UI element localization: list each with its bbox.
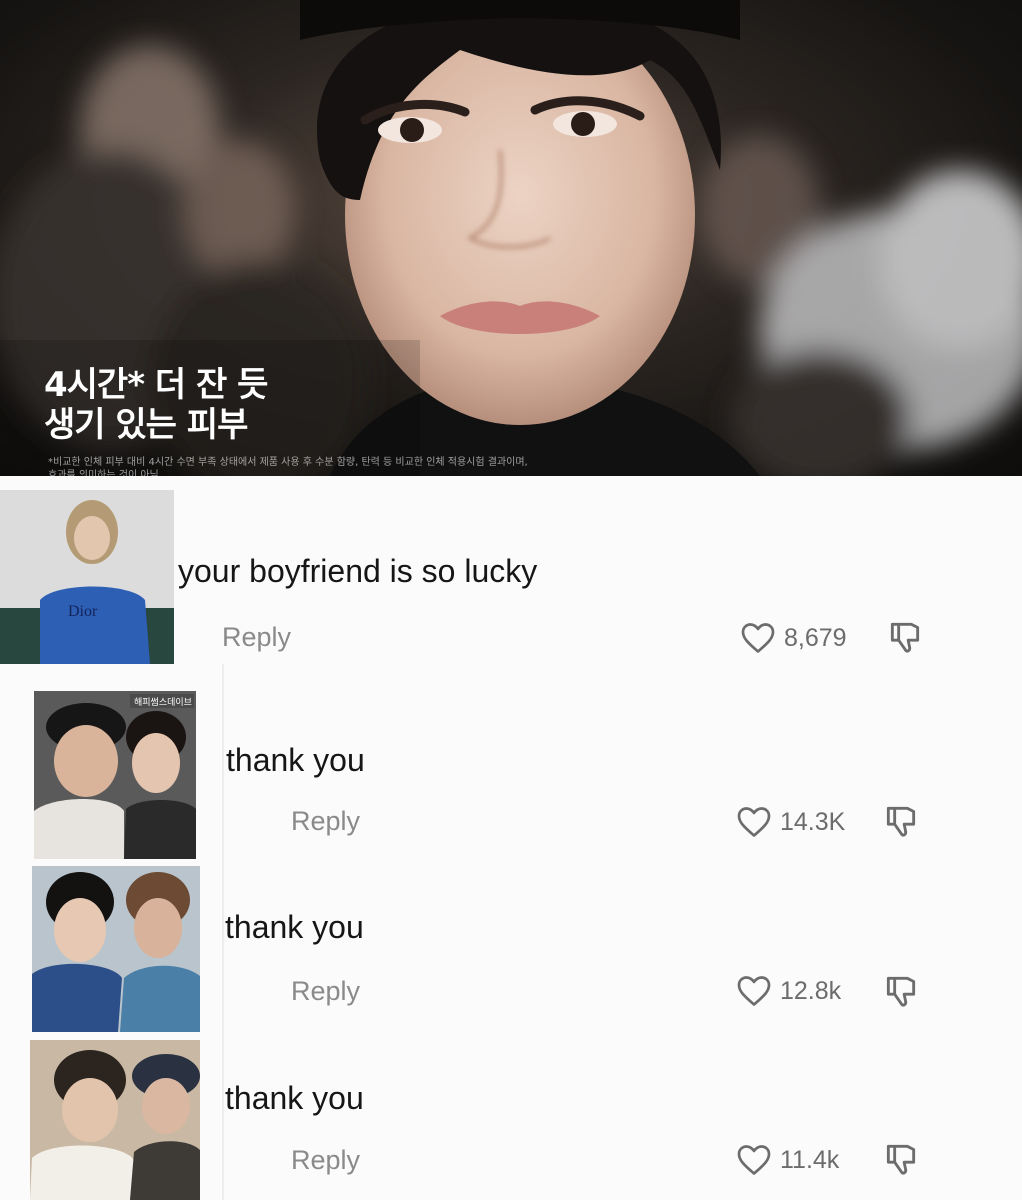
comment-text: thank you [225, 909, 364, 945]
dislike-button[interactable] [882, 1140, 920, 1178]
like-count: 8,679 [784, 623, 847, 652]
dislike-button[interactable] [882, 802, 920, 840]
thumbs-down-icon [886, 976, 916, 1007]
thumbs-down-icon [886, 1144, 916, 1175]
thumbs-down-icon [890, 622, 920, 653]
avatar[interactable] [30, 1040, 200, 1200]
like-count: 14.3K [780, 807, 846, 836]
svg-text:해피썸스데이브: 해피썸스데이브 [134, 697, 192, 708]
reply-button[interactable]: Reply [291, 1145, 360, 1176]
heart-outline-icon [737, 807, 771, 837]
dislike-button[interactable] [882, 972, 920, 1010]
like-button[interactable]: 8,679 [740, 620, 847, 656]
heart-outline-icon [737, 976, 771, 1006]
avatar[interactable]: 해피썸스데이브 [34, 691, 196, 859]
thumbnail-column-edge [222, 664, 224, 1200]
ad-banner: 4시간* 더 잔 듯 생기 있는 피부 *비교한 인체 피부 대비 4시간 수면… [0, 0, 1022, 476]
avatar[interactable]: Dior [0, 490, 174, 664]
heart-outline-icon [737, 1145, 771, 1175]
like-button[interactable]: 12.8k [736, 973, 841, 1009]
comment-text: thank you [225, 1080, 364, 1116]
ad-fine-print-line2: 효과를 의미하는 것이 아님 [48, 470, 159, 476]
like-button[interactable]: 14.3K [736, 804, 845, 840]
reply-button[interactable]: Reply [222, 622, 291, 653]
like-button[interactable]: 11.4k [736, 1142, 839, 1178]
avatar[interactable] [32, 866, 200, 1032]
reply-button[interactable]: Reply [291, 976, 360, 1007]
heart-outline-icon [741, 623, 775, 653]
like-count: 11.4k [780, 1145, 840, 1174]
svg-text:Dior: Dior [68, 603, 98, 620]
comment-text: thank you [226, 742, 365, 778]
like-count: 12.8k [780, 976, 842, 1005]
ad-headline-line1: 4시간* 더 잔 듯 [44, 365, 268, 405]
ad-headline-line2: 생기 있는 피부 [44, 405, 248, 445]
reply-button[interactable]: Reply [291, 806, 360, 837]
dislike-button[interactable] [886, 618, 924, 656]
thumbs-down-icon [886, 806, 916, 837]
comment-text: your boyfriend is so lucky [178, 553, 538, 589]
